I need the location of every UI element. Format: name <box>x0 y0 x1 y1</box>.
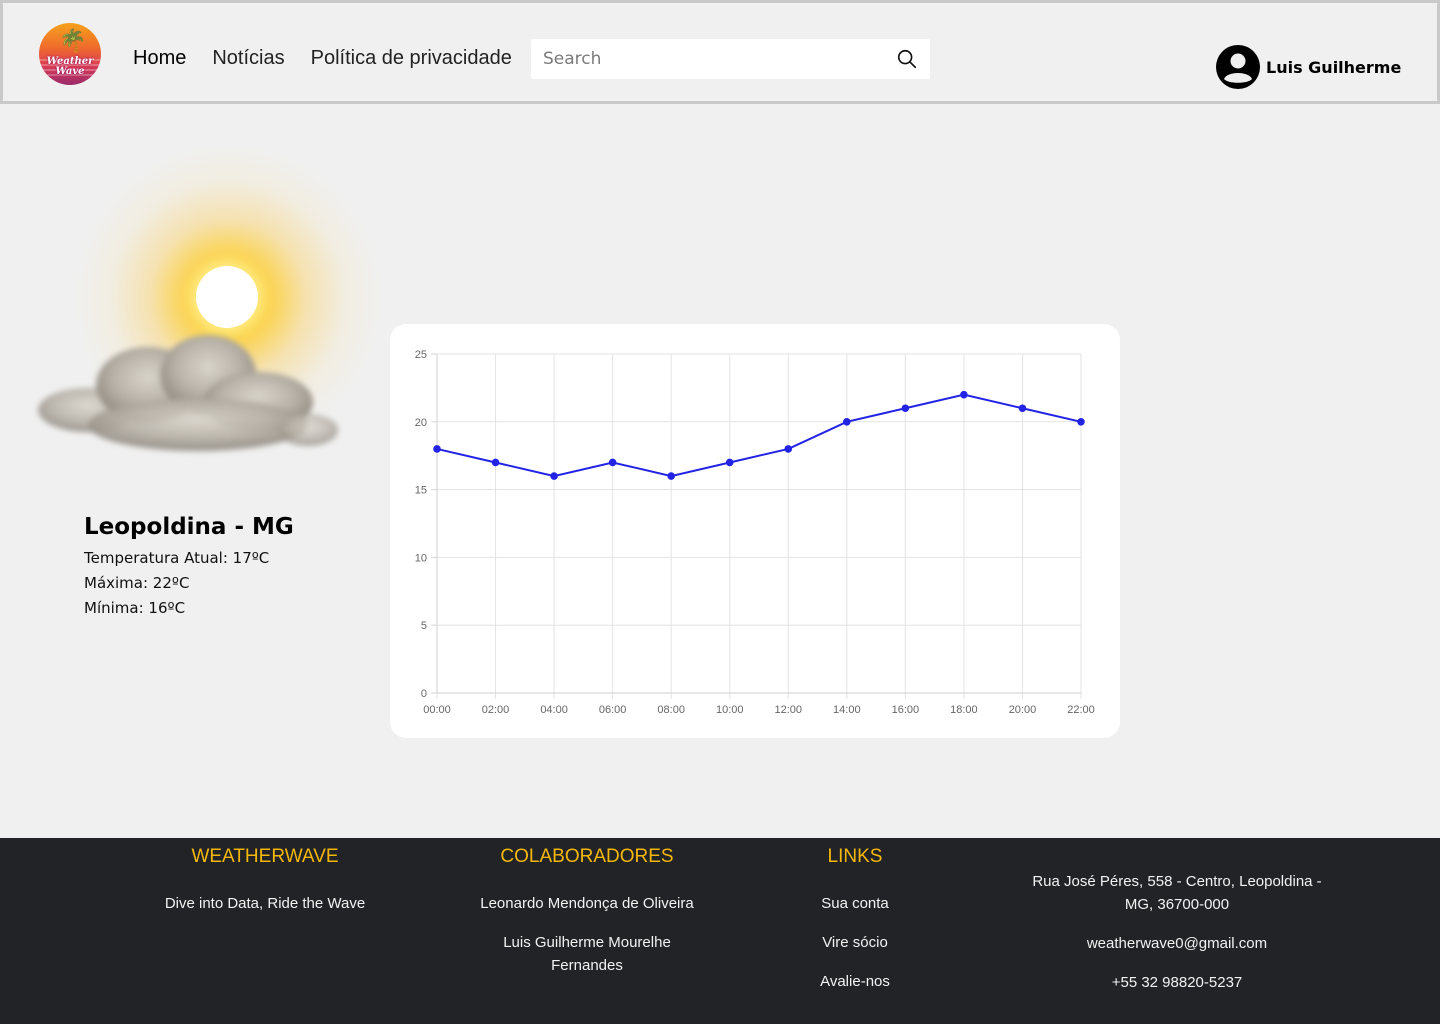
temperature-chart-card: 0 5 10 15 20 25 00:00 02:00 04:00 06:00 08:00 10:00… <box>390 324 1120 738</box>
temperature-data-point <box>960 390 968 399</box>
temperature-data-point <box>901 404 910 413</box>
cloud-icon <box>38 335 338 451</box>
x-tick-label: 12:00 <box>775 704 803 716</box>
nav-noticias[interactable]: Notícias <box>212 47 284 70</box>
nav-home[interactable]: Home <box>133 47 186 70</box>
footer-address: Rua José Péres, 558 - Centro, Leopoldina… <box>1032 873 1322 913</box>
y-tick-label: 5 <box>421 620 427 632</box>
footer-collaborators-title: COLABORADORES <box>500 846 674 867</box>
y-tick-label: 20 <box>415 417 427 429</box>
y-tick-label: 25 <box>415 349 427 361</box>
search-input[interactable] <box>543 45 873 73</box>
x-tick-label: 08:00 <box>657 704 685 716</box>
x-tick-label: 20:00 <box>1009 704 1037 716</box>
footer-tagline: Dive into Data, Ride the Wave <box>164 895 366 912</box>
temperature-data-point <box>667 472 675 480</box>
temperature-data-point <box>725 458 734 467</box>
user-name[interactable]: Luis Guilherme <box>1266 58 1401 77</box>
x-tick-label: 14:00 <box>833 704 861 716</box>
main-nav: Home Notícias Política de privacidade <box>133 47 512 70</box>
temperature-data-point <box>1077 418 1085 426</box>
logo-text: Weather Wave <box>39 57 101 77</box>
user-avatar-icon[interactable] <box>1216 45 1260 89</box>
temperature-line-chart: 0 5 10 15 20 25 00:00 02:00 04:00 06:00 08:00 10:00… <box>415 349 1095 716</box>
city-name: Leopoldina - MG <box>84 514 294 540</box>
site-footer: WEATHERWAVE Dive into Data, Ride the Wav… <box>0 838 1440 1024</box>
min-temperature: Mínima: 16ºC <box>84 599 186 617</box>
top-navbar: 🌴 Weather Wave Home Notícias Política de… <box>0 0 1440 104</box>
temperature-series-line <box>436 393 1082 478</box>
footer-phone: +55 32 98820-5237 <box>1111 974 1243 991</box>
temperature-data-point <box>550 472 558 480</box>
sun-icon <box>196 266 258 328</box>
temperature-data-point <box>843 418 851 426</box>
collaborator-name: Leonardo Mendonça de Oliveira <box>480 895 694 912</box>
footer-email[interactable]: weatherwave0@gmail.com <box>1020 932 1334 955</box>
y-tick-label: 10 <box>415 552 427 564</box>
temperature-data-point <box>491 458 500 467</box>
temperature-data-point <box>608 458 617 467</box>
x-tick-label: 22:00 <box>1067 704 1095 716</box>
y-tick-label: 0 <box>421 688 427 700</box>
weather-info: Leopoldina - MG Temperatura Atual: 17ºC … <box>84 514 294 621</box>
current-temperature: Temperatura Atual: 17ºC <box>84 549 270 567</box>
footer-links-title: LINKS <box>827 846 883 867</box>
user-menu[interactable]: Luis Guilherme <box>1216 45 1401 89</box>
weatherwave-logo[interactable]: 🌴 Weather Wave <box>39 23 101 85</box>
x-tick-label: 00:00 <box>423 704 451 716</box>
temperature-data-point <box>784 445 793 453</box>
logo-text-line2: Wave <box>55 66 85 77</box>
x-tick-label: 04:00 <box>540 704 568 716</box>
x-tick-label: 18:00 <box>950 704 978 716</box>
collaborator-name: Luis Guilherme Mourelhe Fernandes <box>503 934 671 974</box>
x-tick-label: 10:00 <box>716 704 744 716</box>
footer-link-sua-conta[interactable]: Sua conta <box>780 892 930 915</box>
footer-link-vire-socio[interactable]: Vire sócio <box>780 931 930 954</box>
x-tick-label: 06:00 <box>599 704 627 716</box>
footer-contact: Rua José Péres, 558 - Centro, Leopoldina… <box>1020 870 1334 994</box>
temperature-data-point <box>1018 404 1027 413</box>
x-tick-label: 02:00 <box>482 704 510 716</box>
search-icon[interactable] <box>896 48 918 70</box>
footer-brand-title: WEATHERWAVE <box>191 846 339 867</box>
nav-politica-privacidade[interactable]: Política de privacidade <box>311 47 512 70</box>
temperature-data-point <box>433 445 441 453</box>
footer-link-avalie-nos[interactable]: Avalie-nos <box>780 970 930 993</box>
x-tick-label: 16:00 <box>892 704 920 716</box>
footer-links: LINKS Sua conta Vire sócio Avalie-nos <box>780 838 930 993</box>
y-tick-label: 15 <box>415 485 427 497</box>
footer-collaborators: COLABORADORES Leonardo Mendonça de Olive… <box>480 838 694 977</box>
weather-illustration <box>0 130 400 530</box>
footer-brand: WEATHERWAVE Dive into Data, Ride the Wav… <box>130 838 400 915</box>
search-box <box>531 39 930 79</box>
max-temperature: Máxima: 22ºC <box>84 574 190 592</box>
palm-tree-icon: 🌴 <box>59 29 87 54</box>
